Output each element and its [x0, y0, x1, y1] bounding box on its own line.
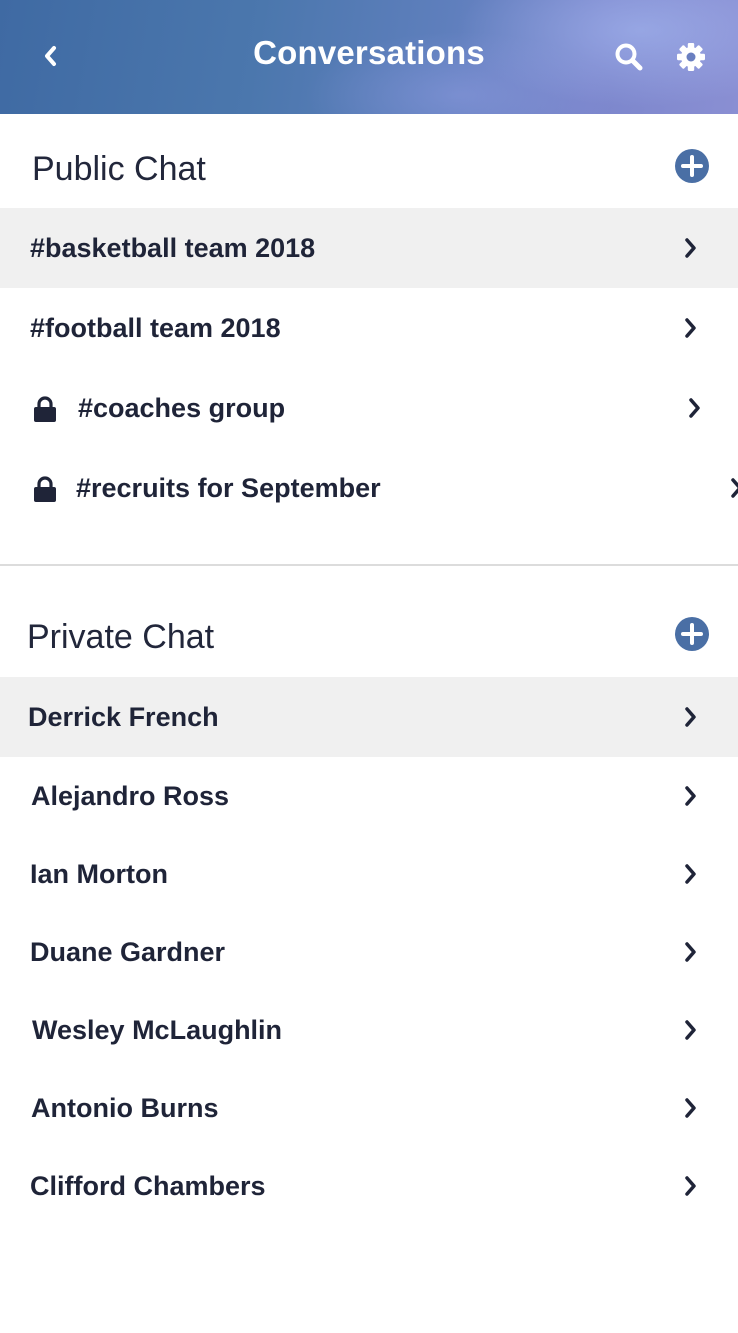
search-button[interactable]	[606, 34, 652, 80]
private-chat-item-duane-gardner[interactable]: Duane Gardner	[0, 912, 738, 992]
private-chat-item-derrick-french[interactable]: Derrick French	[0, 677, 738, 757]
conversations-screen: Conversations Public Chat #basketball te…	[0, 0, 738, 1333]
list-item-label: #football team 2018	[30, 313, 281, 343]
lock-icon	[34, 396, 56, 422]
list-item-label: Alejandro Ross	[31, 781, 230, 811]
page-title: Conversations	[253, 34, 485, 71]
nav-header: Conversations	[0, 0, 738, 114]
chevron-right-icon	[685, 942, 696, 962]
plus-circle-icon	[675, 617, 709, 651]
list-item-label: #recruits for September	[76, 473, 381, 503]
settings-button[interactable]	[668, 34, 714, 80]
public-chat-item-recruits[interactable]: #recruits for September	[0, 448, 738, 528]
back-button[interactable]	[28, 30, 72, 82]
list-item-label: #coaches group	[78, 393, 286, 423]
private-chat-item-antonio-burns[interactable]: Antonio Burns	[0, 1068, 738, 1148]
list-item-label: Derrick French	[28, 702, 219, 732]
chevron-right-icon	[685, 707, 696, 727]
list-item-label: Ian Morton	[30, 859, 168, 889]
list-item-label: Clifford Chambers	[30, 1171, 266, 1201]
chevron-right-icon	[685, 786, 696, 806]
back-chevron-icon	[45, 46, 56, 66]
chevron-right-icon	[685, 864, 696, 884]
lock-icon	[34, 476, 56, 502]
private-chat-title: Private Chat	[27, 618, 215, 656]
public-chat-item-basketball[interactable]: #basketball team 2018	[0, 208, 738, 288]
public-chat-header: Public Chat	[0, 132, 738, 202]
plus-circle-icon	[675, 149, 709, 183]
chevron-right-icon	[689, 398, 700, 418]
chevron-right-icon	[685, 238, 696, 258]
chevron-right-icon	[685, 1020, 696, 1040]
search-icon	[615, 43, 643, 71]
list-item-label: Duane Gardner	[30, 937, 226, 967]
private-chat-header: Private Chat	[0, 600, 738, 670]
gear-icon	[677, 43, 705, 71]
public-chat-item-coaches[interactable]: #coaches group	[0, 368, 738, 448]
list-item-label: Wesley McLaughlin	[32, 1015, 283, 1045]
public-chat-title: Public Chat	[32, 150, 206, 188]
private-chat-item-clifford-chambers[interactable]: Clifford Chambers	[0, 1146, 738, 1226]
chevron-right-icon	[685, 318, 696, 338]
section-divider	[0, 564, 738, 566]
list-item-label: Antonio Burns	[31, 1093, 219, 1123]
private-chat-item-wesley-mclaughlin[interactable]: Wesley McLaughlin	[0, 990, 738, 1070]
private-chat-item-alejandro-ross[interactable]: Alejandro Ross	[0, 756, 738, 836]
add-public-chat-button[interactable]	[672, 146, 712, 186]
public-chat-item-football[interactable]: #football team 2018	[0, 288, 738, 368]
list-item-label: #basketball team 2018	[30, 233, 316, 263]
private-chat-item-ian-morton[interactable]: Ian Morton	[0, 834, 738, 914]
chevron-right-icon	[731, 478, 738, 498]
chevron-right-icon	[685, 1176, 696, 1196]
add-private-chat-button[interactable]	[672, 614, 712, 654]
chevron-right-icon	[685, 1098, 696, 1118]
